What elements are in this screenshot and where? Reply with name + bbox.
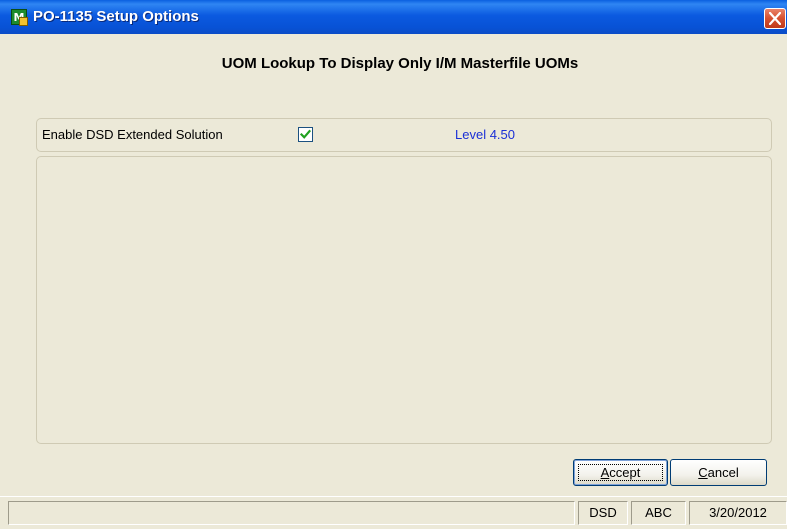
enable-dsd-checkbox[interactable] [298,127,313,142]
app-icon: M [11,9,28,26]
level-text: Level 4.50 [455,127,515,142]
status-company-code: DSD [578,501,628,525]
dialog-heading: UOM Lookup To Display Only I/M Masterfil… [221,55,579,72]
close-button[interactable] [764,8,786,29]
content-panel [36,156,772,444]
cancel-label: ancel [707,465,739,480]
checkmark-icon [300,129,311,139]
setup-options-window: M PO-1135 Setup Options UOM Lookup To Di… [0,0,787,529]
status-date: 3/20/2012 [689,501,787,525]
status-bar: DSD ABC 3/20/2012 [0,496,787,529]
focus-rect [578,464,663,481]
enable-dsd-label: Enable DSD Extended Solution [42,127,223,142]
title-bar[interactable]: M PO-1135 Setup Options [0,0,787,34]
cancel-mnemonic: C [698,465,708,480]
window-title: PO-1135 Setup Options [33,8,199,25]
status-company-abbrev: ABC [631,501,686,525]
cancel-button[interactable]: Cancel [670,459,767,486]
close-icon [769,12,781,25]
accept-button[interactable]: Accept [573,459,668,486]
status-main-pane [8,501,575,525]
